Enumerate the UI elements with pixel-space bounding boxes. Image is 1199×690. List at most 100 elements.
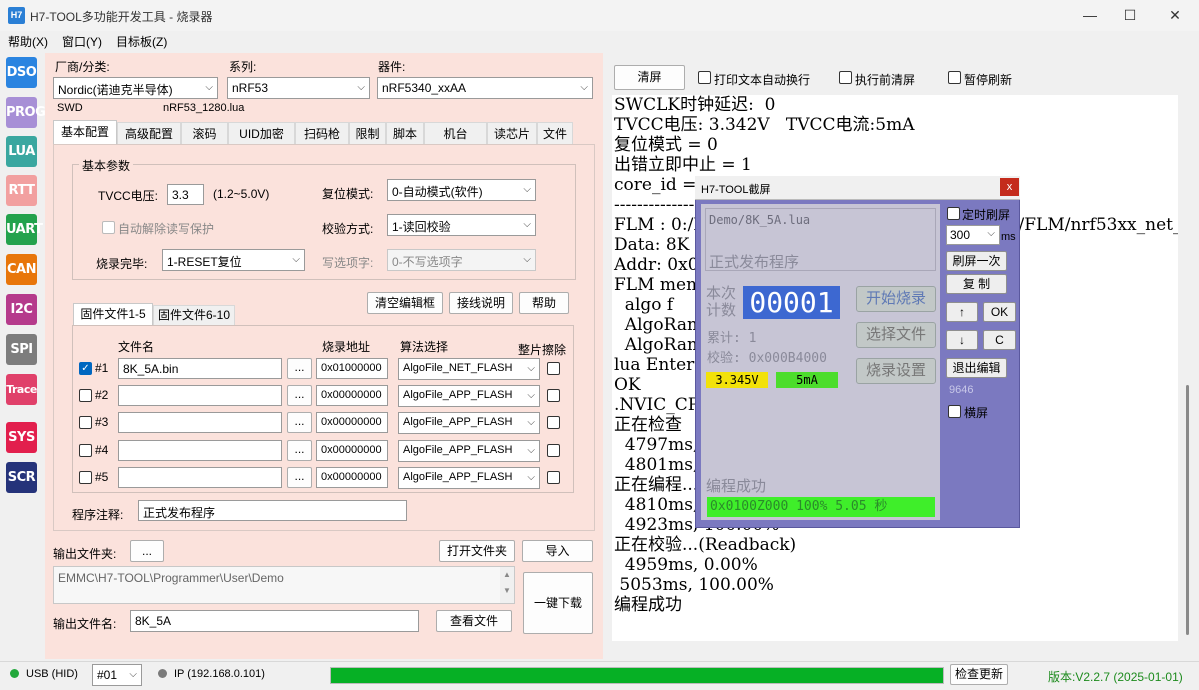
file-name-input[interactable]: 8K_5A.bin <box>118 358 282 379</box>
chip-erase-checkbox[interactable] <box>547 362 560 375</box>
file-name-input[interactable] <box>118 467 282 488</box>
file-browse-button[interactable]: ... <box>287 358 312 379</box>
part-select[interactable]: nRF5340_xxAA ⌵ <box>377 77 593 99</box>
chip-erase-checkbox[interactable] <box>547 389 560 402</box>
auto-unprotect-checkbox[interactable] <box>102 221 115 234</box>
menu-help[interactable]: 帮助(X) <box>8 33 48 50</box>
device-number-select[interactable]: #01 ⌵ <box>92 664 142 686</box>
reset-select[interactable]: 0-自动模式(软件) ⌵ <box>387 179 536 201</box>
output-path-textarea[interactable]: EMMC\H7-TOOL\Programmer\User\Demo <box>53 566 515 604</box>
tab-6[interactable]: 脚本 <box>386 122 424 144</box>
clear-before-checkbox[interactable] <box>839 71 852 84</box>
algorithm-select[interactable]: AlgoFile_APP_FLASH ⌵ <box>398 440 540 462</box>
toolbar-dso-button[interactable]: DSO <box>6 57 37 88</box>
landscape-checkbox[interactable] <box>948 405 961 418</box>
after-burn-select[interactable]: 1-RESET复位 ⌵ <box>162 249 305 271</box>
tab-9[interactable]: 文件 <box>537 122 573 144</box>
tab-4[interactable]: 扫码枪 <box>295 122 349 144</box>
interval-select[interactable]: 300 ⌵ <box>946 225 1000 245</box>
log-scrollbar[interactable] <box>1183 95 1193 641</box>
file-enable-checkbox[interactable] <box>79 416 92 429</box>
toolbar-sys-button[interactable]: SYS <box>6 422 37 453</box>
tab-7[interactable]: 机台 <box>424 122 487 144</box>
up-button[interactable]: ↑ <box>946 302 978 322</box>
maximize-button[interactable]: ☐ <box>1110 4 1150 26</box>
timed-refresh-checkbox[interactable] <box>947 207 960 220</box>
chip-erase-checkbox[interactable] <box>547 471 560 484</box>
file-enable-checkbox[interactable] <box>79 444 92 457</box>
file-browse-button[interactable]: ... <box>287 412 312 433</box>
algorithm-select[interactable]: AlgoFile_NET_FLASH ⌵ <box>398 358 540 380</box>
note-input[interactable]: 正式发布程序 <box>138 500 407 521</box>
tab-1[interactable]: 高级配置 <box>117 122 181 144</box>
output-name-input[interactable]: 8K_5A <box>130 610 419 632</box>
file-name-input[interactable] <box>118 412 282 433</box>
series-select[interactable]: nRF53 ⌵ <box>227 77 370 99</box>
select-file-button[interactable]: 选择文件 <box>856 322 936 348</box>
toolbar-uart-button[interactable]: UART <box>6 214 43 245</box>
copy-button[interactable]: 复 制 <box>946 274 1007 294</box>
vendor-select[interactable]: Nordic(诺迪克半导体) ⌵ <box>53 77 218 99</box>
tab-5[interactable]: 限制 <box>349 122 386 144</box>
file-address-input[interactable]: 0x00000000 <box>316 467 388 488</box>
algorithm-select[interactable]: AlgoFile_APP_FLASH ⌵ <box>398 412 540 434</box>
file-address-input[interactable]: 0x00000000 <box>316 440 388 461</box>
tab-3[interactable]: UID加密 <box>228 122 295 144</box>
check-update-button[interactable]: 检查更新 <box>950 664 1008 685</box>
file-enable-checkbox[interactable] <box>79 471 92 484</box>
file-address-input[interactable]: 0x00000000 <box>316 385 388 406</box>
toolbar-spi-button[interactable]: SPI <box>6 334 37 365</box>
view-file-button[interactable]: 查看文件 <box>436 610 512 632</box>
algorithm-select[interactable]: AlgoFile_APP_FLASH ⌵ <box>398 385 540 407</box>
path-scrollbar[interactable]: ▲ ▼ <box>500 567 514 603</box>
toolbar-trace-button[interactable]: Trace <box>6 374 37 405</box>
file-name-input[interactable] <box>118 440 282 461</box>
toolbar-i2c-button[interactable]: I2C <box>6 294 37 325</box>
file-address-input[interactable]: 0x01000000 <box>316 358 388 379</box>
open-folder-button[interactable]: 打开文件夹 <box>439 540 515 562</box>
file-browse-button[interactable]: ... <box>287 440 312 461</box>
output-folder-browse[interactable]: ... <box>130 540 164 562</box>
minimize-button[interactable]: — <box>1070 4 1110 26</box>
menu-target[interactable]: 目标板(Z) <box>116 33 167 50</box>
file-browse-button[interactable]: ... <box>287 385 312 406</box>
tab-0[interactable]: 基本配置 <box>53 120 117 144</box>
down-button[interactable]: ↓ <box>946 330 978 350</box>
write-option-select[interactable]: 0-不写选项字 ⌵ <box>387 249 536 271</box>
menu-window[interactable]: 窗口(Y) <box>62 33 102 50</box>
file-enable-checkbox[interactable]: ✓ <box>79 362 92 375</box>
c-button[interactable]: C <box>983 330 1016 350</box>
file-browse-button[interactable]: ... <box>287 467 312 488</box>
file-name-input[interactable] <box>118 385 282 406</box>
file-enable-checkbox[interactable] <box>79 389 92 402</box>
wiring-button[interactable]: 接线说明 <box>449 292 513 314</box>
tab-2[interactable]: 滚码 <box>181 122 228 144</box>
start-burn-button[interactable]: 开始烧录 <box>856 286 936 312</box>
toolbar-scr-button[interactable]: SCR <box>6 462 37 493</box>
chip-erase-checkbox[interactable] <box>547 444 560 457</box>
refresh-once-button[interactable]: 刷屏一次 <box>946 251 1007 271</box>
pause-checkbox[interactable] <box>948 71 961 84</box>
burn-settings-button[interactable]: 烧录设置 <box>856 358 936 384</box>
close-button[interactable]: ✕ <box>1155 4 1195 26</box>
tab-files-6-10[interactable]: 固件文件6-10 <box>153 305 235 325</box>
toolbar-can-button[interactable]: CAN <box>6 254 37 285</box>
one-click-download-button[interactable]: 一键下载 <box>523 572 593 634</box>
ok-button[interactable]: OK <box>983 302 1016 322</box>
verify-select[interactable]: 1-读回校验 ⌵ <box>387 214 536 236</box>
import-button[interactable]: 导入 <box>522 540 593 562</box>
exit-edit-button[interactable]: 退出编辑 <box>946 358 1007 378</box>
algorithm-select[interactable]: AlgoFile_APP_FLASH ⌵ <box>398 467 540 489</box>
tab-files-1-5[interactable]: 固件文件1-5 <box>73 303 153 325</box>
help-button[interactable]: 帮助 <box>519 292 569 314</box>
dialog-close-button[interactable]: x <box>1000 178 1019 196</box>
chip-erase-checkbox[interactable] <box>547 416 560 429</box>
toolbar-rtt-button[interactable]: RTT <box>6 175 37 206</box>
tvcc-input[interactable]: 3.3 <box>167 184 204 205</box>
tab-8[interactable]: 读芯片 <box>487 122 537 144</box>
file-address-input[interactable]: 0x00000000 <box>316 412 388 433</box>
clear-editbox-button[interactable]: 清空编辑框 <box>367 292 443 314</box>
toolbar-prog-button[interactable]: PROG <box>6 97 46 128</box>
clear-log-button[interactable]: 清屏 <box>614 65 685 90</box>
wrap-checkbox[interactable] <box>698 71 711 84</box>
